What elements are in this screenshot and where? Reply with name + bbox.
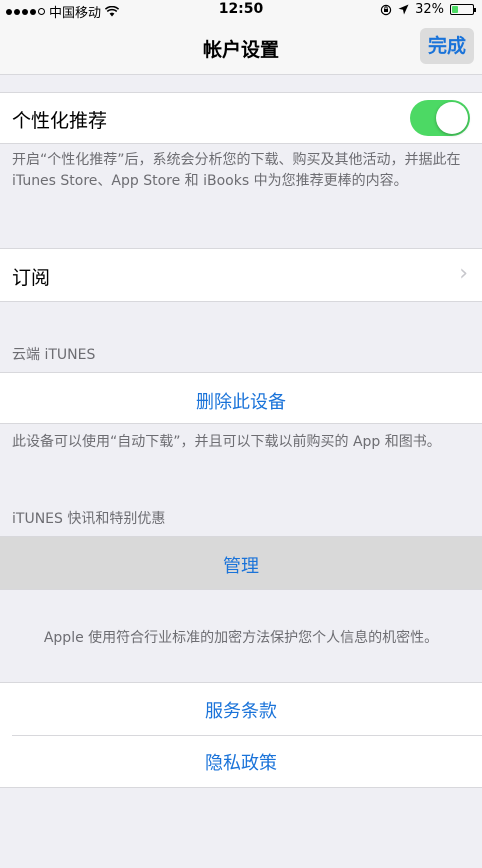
privacy-policy-link[interactable]: 隐私政策 (0, 749, 482, 775)
personalization-toggle[interactable] (410, 100, 470, 136)
manage-button[interactable]: 管理 (0, 552, 482, 578)
location-arrow-icon (398, 4, 409, 15)
privacy-note: Apple 使用符合行业标准的加密方法保护您个人信息的机密性。 (43, 630, 439, 646)
personalization-description: 开启“个性化推荐”后，系统会分析您的下载、购买及其他活动，并据此在 iTunes… (12, 152, 461, 189)
newsletters-header: iTUNES 快讯和特别优惠 (12, 511, 166, 527)
subscriptions-label: 订阅 (12, 267, 51, 289)
terms-of-service-link[interactable]: 服务条款 (0, 697, 482, 723)
chevron-right-icon: › (459, 261, 468, 286)
done-button[interactable]: 完成 (419, 28, 474, 64)
toggle-knob (436, 102, 468, 134)
manage-row: 管理 (0, 536, 482, 590)
remove-device-button[interactable]: 删除此设备 (0, 388, 482, 414)
nav-bar: 帐户设置 完成 (0, 20, 482, 75)
row-divider (12, 735, 482, 736)
battery-icon (450, 4, 476, 15)
status-bar: 中国移动 12:50 32% (0, 0, 482, 21)
battery-level-fill (452, 6, 458, 13)
cloud-itunes-description: 此设备可以使用“自动下载”，并且可以下载以前购买的 App 和图书。 (12, 434, 441, 450)
page-title: 帐户设置 (202, 39, 279, 61)
rotation-lock-icon (380, 4, 392, 15)
subscriptions-row[interactable]: 订阅 › (0, 248, 482, 302)
personalization-label: 个性化推荐 (12, 110, 108, 132)
remove-device-row: 删除此设备 (0, 372, 482, 424)
battery-percent: 32% (415, 2, 444, 17)
cloud-itunes-header: 云端 iTUNES (12, 347, 96, 363)
status-right: 32% (380, 2, 476, 17)
personalization-row: 个性化推荐 (0, 92, 482, 144)
legal-links-group: 服务条款 隐私政策 (0, 682, 482, 788)
